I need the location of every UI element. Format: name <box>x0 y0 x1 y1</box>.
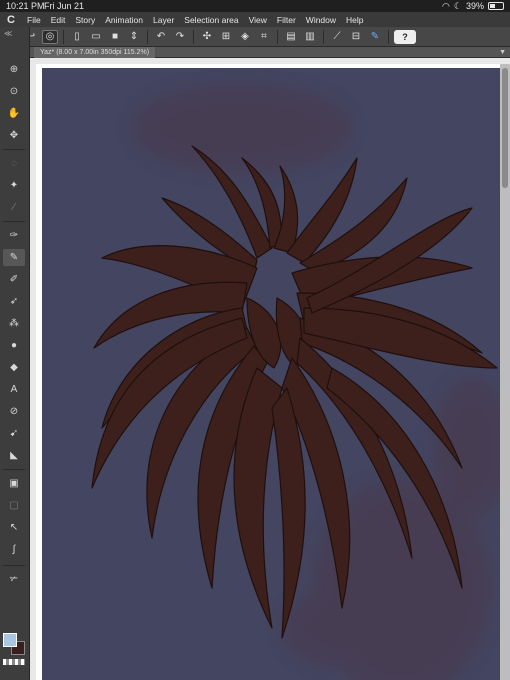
transform-icon[interactable]: ⊞ <box>218 30 234 44</box>
text-icon[interactable]: A <box>3 381 25 398</box>
toolbar-divider <box>147 29 148 44</box>
menu-selection-area[interactable]: Selection area <box>179 15 243 25</box>
battery-fill <box>490 4 496 8</box>
collapse-icon[interactable]: ≪ <box>4 29 12 38</box>
menu-bar: C File Edit Story Animation Layer Select… <box>0 12 510 27</box>
open-icon[interactable]: ▭ <box>88 30 104 44</box>
fit-icon[interactable]: ⌗ <box>256 30 272 44</box>
hand-icon[interactable]: ✋ <box>3 105 25 122</box>
wifi-icon: ◠ <box>442 1 450 11</box>
eraser-icon[interactable]: ⁂ <box>3 315 25 332</box>
brush-icon[interactable]: ✐ <box>3 271 25 288</box>
toolbar-divider <box>63 29 64 44</box>
toolbar-divider <box>323 29 324 44</box>
menu-layer[interactable]: Layer <box>148 15 179 25</box>
toolbar-divider <box>193 29 194 44</box>
ruler-tool-icon[interactable]: ↖ <box>3 519 25 536</box>
eyedropper-icon[interactable]: ⁄ <box>3 199 25 216</box>
main-color-swatch[interactable] <box>3 633 17 647</box>
undo-icon[interactable]: ↶ <box>153 30 169 44</box>
status-right: ◠ ☾ 39% <box>442 0 504 12</box>
new-icon[interactable]: ▯ <box>69 30 85 44</box>
document-tab[interactable]: Yaz* (8.00 x 7.00in 350dpi 115.2%) <box>34 47 156 58</box>
app-window: 10:21 PM Fri Jun 21 ◠ ☾ 39% C File Edit … <box>0 0 510 680</box>
vertical-scrollbar[interactable] <box>500 64 510 680</box>
tool-divider <box>3 565 25 566</box>
tool-divider <box>3 469 25 470</box>
grid-snap-icon[interactable]: ⊟ <box>348 30 364 44</box>
menu-story[interactable]: Story <box>70 15 100 25</box>
scrollbar-thumb[interactable] <box>502 68 508 188</box>
toolbar-divider <box>388 29 389 44</box>
toolbar-divider <box>277 29 278 44</box>
app-logo[interactable]: C <box>0 14 22 26</box>
status-bar: 10:21 PM Fri Jun 21 ◠ ☾ 39% <box>0 0 510 12</box>
move-icon[interactable]: ✥ <box>3 127 25 144</box>
frame-icon[interactable]: ▢ <box>3 497 25 514</box>
tool-divider <box>3 221 25 222</box>
menu-window[interactable]: Window <box>301 15 341 25</box>
brush-settings-icon[interactable]: ✣ <box>199 30 215 44</box>
menu-help[interactable]: Help <box>341 15 368 25</box>
fill-icon[interactable]: ◆ <box>3 359 25 376</box>
transparent-color-swatch[interactable] <box>3 659 25 665</box>
airbrush-icon[interactable]: ➶ <box>3 293 25 310</box>
wand-icon[interactable]: ✦ <box>3 177 25 194</box>
lasso-icon[interactable]: ◌ <box>3 155 25 172</box>
tool-divider <box>3 149 25 150</box>
command-bar: ▦ ↩ ◎ ▯ ▭ ■ ⇕ ↶ ↷ ✣ ⊞ ◈ ⌗ ▤ ▥ ⟋ ⊟ ✎ ? <box>0 27 510 47</box>
status-date: Fri Jun 21 <box>44 1 85 11</box>
operation-icon[interactable]: ➹ <box>3 425 25 442</box>
gradient-icon[interactable]: ▣ <box>3 475 25 492</box>
redo-icon[interactable]: ↷ <box>172 30 188 44</box>
snap-icon[interactable]: ▥ <box>302 30 318 44</box>
blend-icon[interactable]: ● <box>3 337 25 354</box>
save-icon[interactable]: ■ <box>107 30 123 44</box>
battery-icon <box>488 2 504 10</box>
pen-icon[interactable]: ✎ <box>367 30 383 44</box>
pen-tool-icon[interactable]: ✑ <box>3 227 25 244</box>
spiral-icon[interactable]: ◎ <box>42 29 58 44</box>
help-icon[interactable]: ? <box>394 29 416 44</box>
bezier-icon[interactable]: ∫ <box>3 541 25 558</box>
battery-percent: 39% <box>465 1 484 11</box>
menu-filter[interactable]: Filter <box>272 15 301 25</box>
chevron-down-icon[interactable]: ▼ <box>499 47 506 58</box>
stepper-icon[interactable]: ⇕ <box>126 30 142 44</box>
menu-file[interactable]: File <box>22 15 46 25</box>
clear-icon[interactable]: ◈ <box>237 30 253 44</box>
document-tab-bar: Yaz* (8.00 x 7.00in 350dpi 115.2%) ▼ <box>30 47 510 58</box>
ruler-icon[interactable]: ⟋ <box>329 30 345 44</box>
artwork[interactable] <box>42 68 500 680</box>
menu-view[interactable]: View <box>244 15 272 25</box>
status-time: 10:21 PM <box>6 1 45 11</box>
menu-animation[interactable]: Animation <box>100 15 148 25</box>
correct-line-icon[interactable]: ✃ <box>3 571 25 588</box>
canvas-area[interactable] <box>30 58 510 680</box>
layer-icon[interactable]: ▤ <box>283 30 299 44</box>
zoom-icon[interactable]: ⊕ <box>3 61 25 78</box>
line-icon[interactable]: ◣ <box>3 447 25 464</box>
zoom-alt-icon[interactable]: ⊙ <box>3 83 25 100</box>
menu-edit[interactable]: Edit <box>46 15 71 25</box>
moon-icon: ☾ <box>453 1 462 11</box>
pencil-icon[interactable]: ✎ <box>3 249 25 266</box>
bandage-icon[interactable]: ⊘ <box>3 403 25 420</box>
tool-panel: ≪ ⊕ ⊙ ✋ ✥ ◌ ✦ ⁄ ✑ ✎ ✐ ➶ ⁂ ● ◆ A ⊘ ➹ ◣ ▣ … <box>0 27 30 680</box>
